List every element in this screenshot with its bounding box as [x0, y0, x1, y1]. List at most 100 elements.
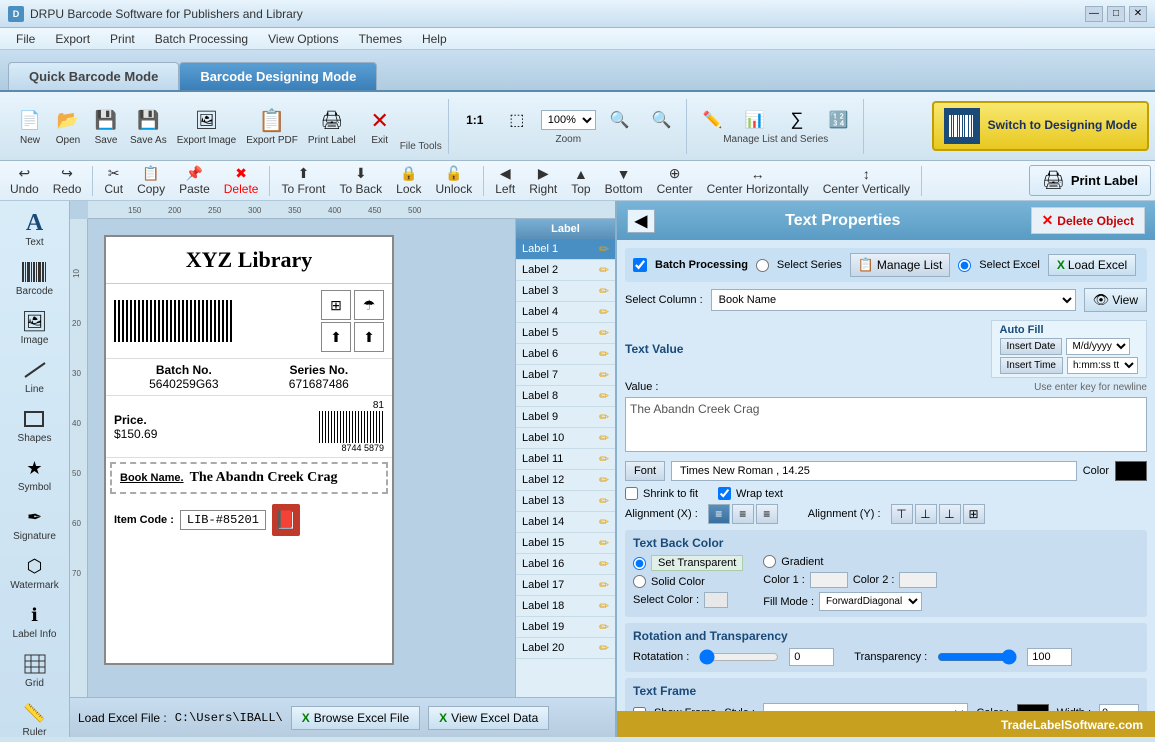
label-row-11[interactable]: Label 11✏	[516, 449, 615, 470]
label-edit-17[interactable]: ✏	[599, 578, 609, 592]
label-row-3[interactable]: Label 3✏	[516, 281, 615, 302]
center-v-button[interactable]: ↕Center Vertically	[817, 164, 916, 198]
label-edit-19[interactable]: ✏	[599, 620, 609, 634]
label-row-9[interactable]: Label 9✏	[516, 407, 615, 428]
table-icon-btn[interactable]: 📊	[737, 108, 773, 132]
select-column-dropdown[interactable]: Book Name	[711, 289, 1076, 311]
view-button[interactable]: 👁 View	[1084, 288, 1147, 312]
label-edit-3[interactable]: ✏	[599, 284, 609, 298]
align-x-right[interactable]: ≡	[756, 504, 778, 524]
tool-shapes[interactable]: Shapes	[5, 401, 65, 448]
zoom-fit-button[interactable]: 1:1	[457, 109, 493, 131]
rotation-input[interactable]	[789, 648, 834, 666]
align-x-center[interactable]: ≡	[732, 504, 754, 524]
export-pdf-button[interactable]: 📋 Export PDF	[242, 105, 302, 148]
date-format-select[interactable]: M/d/yyyy	[1066, 338, 1130, 355]
print-label-toolbar-button[interactable]: 🖨 Print Label	[1029, 165, 1151, 196]
exit-button[interactable]: ✕ Exit	[362, 105, 398, 148]
zoom-out-button[interactable]: 🔍	[644, 108, 680, 132]
label-row-12[interactable]: Label 12✏	[516, 470, 615, 491]
align-y-bottom[interactable]: ⊥	[939, 504, 961, 524]
browse-excel-button[interactable]: X Browse Excel File	[291, 706, 420, 730]
tool-barcode[interactable]: Barcode	[5, 254, 65, 301]
save-button[interactable]: 💾 Save	[88, 105, 124, 148]
center-h-button[interactable]: ↔Center Horizontally	[701, 164, 815, 198]
align-y-top[interactable]: ⊤	[891, 504, 913, 524]
menu-print[interactable]: Print	[100, 30, 145, 48]
series-icon-btn[interactable]: 🔢	[821, 108, 857, 132]
maximize-btn[interactable]: □	[1107, 6, 1125, 22]
label-row-10[interactable]: Label 10✏	[516, 428, 615, 449]
center-button[interactable]: ⊕Center	[651, 163, 699, 198]
label-edit-2[interactable]: ✏	[599, 263, 609, 277]
label-edit-10[interactable]: ✏	[599, 431, 609, 445]
tool-label-info[interactable]: ℹ Label Info	[5, 597, 65, 644]
to-back-button[interactable]: ⬇To Back	[333, 163, 388, 198]
fill-mode-select[interactable]: ForwardDiagonal	[819, 592, 922, 611]
tab-barcode-designing[interactable]: Barcode Designing Mode	[179, 62, 377, 90]
label-row-1[interactable]: Label 1 ✏	[516, 239, 615, 260]
align-x-left[interactable]: ≡	[708, 504, 730, 524]
zoom-select[interactable]: 100%75%125%150%	[541, 110, 596, 130]
print-label-button[interactable]: 🖨 Print Label	[304, 105, 360, 148]
to-front-button[interactable]: ⬆To Front	[275, 163, 331, 198]
tool-ruler[interactable]: 📏 Ruler	[5, 695, 65, 742]
paste-button[interactable]: 📌Paste	[173, 163, 216, 198]
label-row-18[interactable]: Label 18✏	[516, 596, 615, 617]
label-row-7[interactable]: Label 7✏	[516, 365, 615, 386]
new-button[interactable]: 📄 New	[12, 105, 48, 148]
label-row-14[interactable]: Label 14✏	[516, 512, 615, 533]
rotation-slider[interactable]	[699, 649, 779, 665]
bottom-button[interactable]: ▼Bottom	[599, 164, 649, 198]
close-btn[interactable]: ✕	[1129, 6, 1147, 22]
label-edit-4[interactable]: ✏	[599, 305, 609, 319]
cut-button[interactable]: ✂Cut	[98, 163, 129, 198]
menu-help[interactable]: Help	[412, 30, 457, 48]
lock-button[interactable]: 🔒Lock	[390, 163, 427, 198]
label-edit-9[interactable]: ✏	[599, 410, 609, 424]
back-button[interactable]: ◀	[627, 209, 655, 233]
transparent-radio[interactable]	[633, 557, 646, 570]
canvas-scroll-area[interactable]: XYZ Library ⊞ ☂ ⬆ ⬆	[96, 227, 507, 689]
label-row-16[interactable]: Label 16✏	[516, 554, 615, 575]
color2-swatch[interactable]	[899, 572, 937, 588]
label-row-19[interactable]: Label 19✏	[516, 617, 615, 638]
tool-image[interactable]: 🖼 Image	[5, 303, 65, 350]
transparency-slider[interactable]	[937, 649, 1017, 665]
tool-text[interactable]: A Text	[5, 205, 65, 252]
label-edit-14[interactable]: ✏	[599, 515, 609, 529]
insert-date-button[interactable]: Insert Date	[1000, 338, 1063, 355]
label-edit-5[interactable]: ✏	[599, 326, 609, 340]
label-edit-8[interactable]: ✏	[599, 389, 609, 403]
window-controls[interactable]: — □ ✕	[1085, 6, 1147, 22]
gradient-radio[interactable]	[763, 555, 776, 568]
label-row-5[interactable]: Label 5✏	[516, 323, 615, 344]
label-row-15[interactable]: Label 15✏	[516, 533, 615, 554]
label-edit-6[interactable]: ✏	[599, 347, 609, 361]
menu-file[interactable]: File	[6, 30, 45, 48]
frame-color-swatch[interactable]	[1017, 704, 1049, 711]
label-row-6[interactable]: Label 6✏	[516, 344, 615, 365]
wrap-checkbox[interactable]	[718, 487, 731, 500]
color1-swatch[interactable]	[810, 572, 848, 588]
left-button[interactable]: ◀Left	[489, 163, 521, 198]
tool-watermark[interactable]: ⬡ Watermark	[5, 548, 65, 595]
top-button[interactable]: ▲Top	[565, 164, 596, 198]
switch-mode-button[interactable]: Switch to Designing Mode	[932, 101, 1149, 151]
label-edit-20[interactable]: ✏	[599, 641, 609, 655]
label-edit-1[interactable]: ✏	[599, 242, 609, 256]
formula-icon-btn[interactable]: ∑	[779, 107, 815, 132]
unlock-button[interactable]: 🔓Unlock	[430, 163, 479, 198]
select-color-swatch[interactable]	[704, 592, 728, 608]
label-row-17[interactable]: Label 17✏	[516, 575, 615, 596]
view-excel-button[interactable]: X View Excel Data	[428, 706, 549, 730]
undo-button[interactable]: ↩Undo	[4, 163, 45, 198]
save-as-button[interactable]: 💾 Save As	[126, 105, 171, 148]
solid-radio[interactable]	[633, 575, 646, 588]
select-series-radio[interactable]	[756, 259, 769, 272]
label-edit-16[interactable]: ✏	[599, 557, 609, 571]
delete-button[interactable]: ✖Delete	[218, 163, 265, 198]
label-edit-12[interactable]: ✏	[599, 473, 609, 487]
zoom-icon-button[interactable]: ⬚	[499, 108, 535, 132]
align-y-middle[interactable]: ⊥	[915, 504, 937, 524]
